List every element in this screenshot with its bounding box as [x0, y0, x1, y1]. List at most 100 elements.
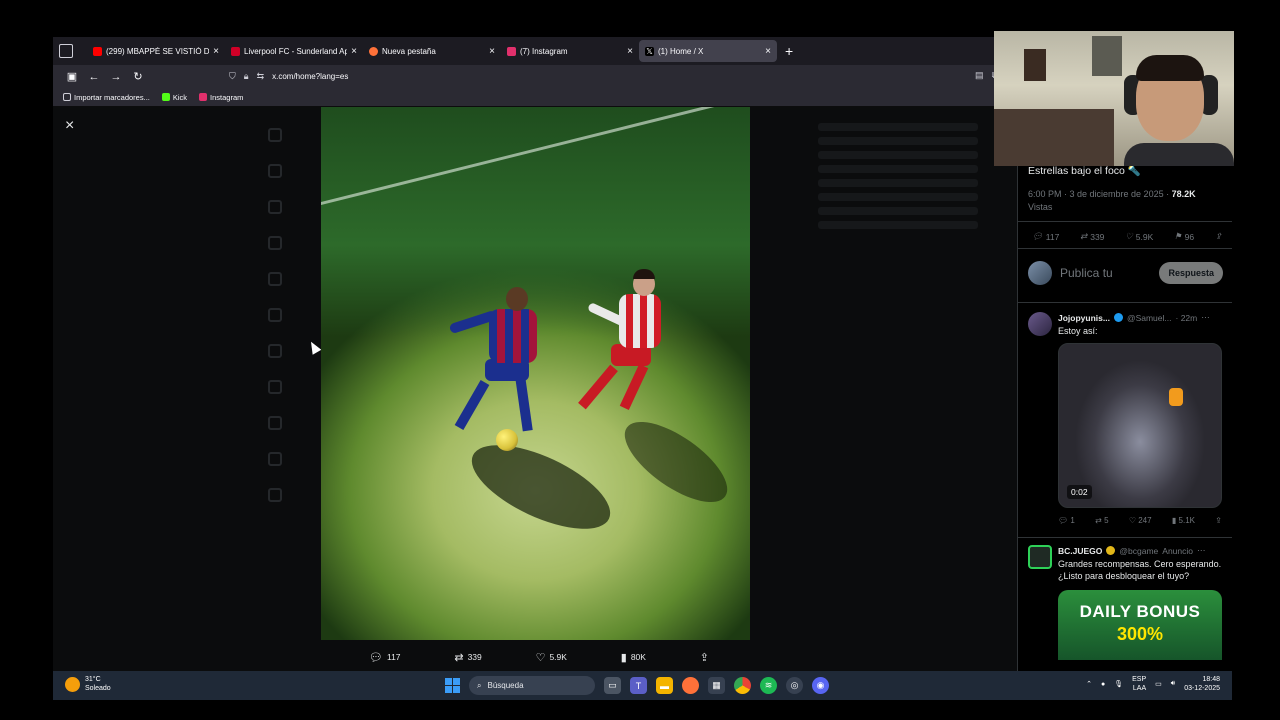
- bookmark-import[interactable]: Importar marcadores...: [63, 93, 150, 102]
- tab-title: (1) Home / X: [658, 46, 704, 56]
- bookmark-instagram[interactable]: Instagram: [199, 93, 243, 102]
- football: [496, 429, 518, 451]
- close-tab-icon[interactable]: ×: [489, 46, 495, 57]
- avatar[interactable]: [1028, 312, 1052, 336]
- share-icon: ⇪: [699, 651, 709, 664]
- back-button[interactable]: ←: [83, 71, 105, 83]
- chevron-up-icon[interactable]: ⌃: [1086, 680, 1092, 688]
- file-explorer-icon[interactable]: ▬: [656, 677, 673, 694]
- url-bar[interactable]: ⛉ 🔒︎ ⇆ x.com/home?lang=es: [229, 71, 348, 82]
- weather-widget[interactable]: 31°C Soleado: [65, 675, 111, 693]
- close-tab-icon[interactable]: ×: [627, 46, 633, 57]
- share-stat[interactable]: ⇪: [1215, 231, 1222, 242]
- repost-action[interactable]: ⇄ 339: [454, 651, 481, 664]
- sun-icon: [65, 676, 80, 692]
- bcgame-logo[interactable]: [1028, 545, 1052, 569]
- browser-tab-instagram[interactable]: (7) Instagram ×: [501, 40, 639, 62]
- firefox-icon: [369, 46, 378, 56]
- dimmed-nav-item: [268, 261, 282, 297]
- sidebar-toggle-icon[interactable]: ▣: [61, 70, 83, 83]
- share-icon: ⇪: [1214, 231, 1222, 241]
- views-action[interactable]: ▮ 80K: [621, 651, 646, 664]
- browser-tab-x-home[interactable]: 𝕏 (1) Home / X ×: [639, 40, 777, 62]
- permissions-icon[interactable]: ⇆: [257, 71, 265, 82]
- author-name[interactable]: Jojopyunis...: [1058, 313, 1110, 323]
- comment-icon: 💬︎: [1032, 231, 1043, 241]
- ad-label: Anuncio: [1162, 545, 1193, 556]
- author-handle[interactable]: @bcgame: [1119, 546, 1158, 556]
- browser-tab-youtube[interactable]: (299) MBAPPÉ SE VISTIÓ DE GA ×: [87, 40, 225, 62]
- network-icon[interactable]: ▭: [1155, 680, 1162, 688]
- reply-stat[interactable]: 💬︎ 1: [1058, 516, 1075, 525]
- more-options-icon[interactable]: ⋯: [1201, 312, 1210, 323]
- view-count: 80K: [630, 652, 646, 662]
- repost-stat[interactable]: ⇄ 5: [1095, 516, 1108, 525]
- microphone-icon[interactable]: 🎙︎: [1114, 680, 1123, 688]
- like-action[interactable]: ♡ 5.9K: [536, 651, 567, 664]
- clock[interactable]: 18:48 03-12-2025: [1184, 675, 1220, 693]
- volume-icon[interactable]: 🔊︎: [1171, 680, 1175, 688]
- language-indicator[interactable]: ESP LAA: [1132, 675, 1146, 693]
- tray-app-icon[interactable]: ●: [1101, 681, 1105, 688]
- spotify-icon[interactable]: ≋: [760, 677, 777, 694]
- bookmark-count: 96: [1184, 231, 1195, 242]
- streamer-webcam-overlay: [994, 31, 1234, 166]
- firefox-icon[interactable]: [682, 677, 699, 694]
- browser-tab-liverpool[interactable]: Liverpool FC - Sunderland Apue ×: [225, 40, 363, 62]
- teams-icon[interactable]: T: [630, 677, 647, 694]
- profile-icon: [268, 452, 282, 466]
- grok-icon: [268, 272, 282, 286]
- browser-tab-new[interactable]: Nueva pestaña ×: [363, 40, 501, 62]
- app-grid-icon[interactable]: ▦: [708, 677, 725, 694]
- post-media-image[interactable]: [321, 107, 750, 640]
- ad-post[interactable]: BC.JUEGO @bcgame Anuncio ⋯ Grandes recom…: [1028, 545, 1223, 660]
- lock-icon[interactable]: 🔒︎: [244, 71, 249, 82]
- reply-action[interactable]: 💬︎ 117: [369, 651, 401, 664]
- reply-button[interactable]: Respuesta: [1159, 262, 1223, 284]
- mail-icon: [268, 236, 282, 250]
- share-icon[interactable]: ⇪: [1215, 516, 1222, 525]
- taskbar-search[interactable]: ⌕ Búsqueda: [469, 676, 595, 695]
- author-name[interactable]: BC.JUEGO: [1058, 546, 1102, 556]
- reader-view-icon[interactable]: ▤: [975, 70, 984, 81]
- author-handle[interactable]: @Samuel...: [1127, 313, 1172, 323]
- reply-stat[interactable]: 💬︎ 117: [1032, 231, 1059, 242]
- ad-banner-image[interactable]: DAILY BONUS 300%: [1058, 590, 1222, 660]
- banner-headline: DAILY BONUS: [1079, 602, 1201, 621]
- post-stats-bar: 💬︎ 1 ⇄ 5 ♡ 247 ▮ 5.1K ⇪: [1058, 516, 1222, 525]
- bookmark-stat[interactable]: ⚑ 96: [1174, 231, 1194, 242]
- discord-icon[interactable]: ◉: [812, 677, 829, 694]
- tab-overview-icon[interactable]: [59, 44, 73, 58]
- repost-stat[interactable]: ⇄ 339: [1080, 231, 1104, 242]
- new-tab-button[interactable]: +: [785, 43, 793, 59]
- repost-count: 339: [467, 652, 482, 662]
- reload-button[interactable]: ↻: [127, 70, 149, 83]
- clock-time: 18:48: [1202, 676, 1220, 683]
- reply-post[interactable]: Jojopyunis... @Samuel... · 22m ⋯ Estoy a…: [1028, 312, 1223, 525]
- close-tab-icon[interactable]: ×: [351, 46, 357, 57]
- share-action[interactable]: ⇪: [700, 651, 709, 664]
- shield-icon[interactable]: ⛉: [229, 71, 236, 82]
- obs-icon[interactable]: ◎: [786, 677, 803, 694]
- like-stat[interactable]: ♡ 247: [1129, 516, 1152, 525]
- post-video[interactable]: 0:02: [1058, 343, 1222, 508]
- post-timestamp[interactable]: 6:00 PM · 3 de diciembre de 2025 ·: [1028, 189, 1172, 199]
- task-view-icon[interactable]: ▭: [604, 677, 621, 694]
- close-media-button[interactable]: ×: [65, 117, 74, 135]
- more-options-icon[interactable]: ⋯: [1197, 545, 1206, 556]
- bookmark-kick[interactable]: Kick: [161, 93, 187, 102]
- views-stat[interactable]: ▮ 5.1K: [1172, 516, 1195, 525]
- bookmark-label: Importar marcadores...: [74, 92, 150, 102]
- reply-input[interactable]: Publica tu: [1060, 266, 1159, 280]
- windows-start-icon[interactable]: [445, 678, 460, 693]
- like-stat[interactable]: ♡ 5.9K: [1125, 231, 1153, 242]
- chrome-icon[interactable]: [734, 677, 751, 694]
- search-placeholder: Búsqueda: [487, 681, 524, 690]
- close-tab-icon[interactable]: ×: [213, 46, 219, 57]
- post-views-count: 78.2K: [1171, 189, 1196, 199]
- forward-button[interactable]: →: [105, 71, 127, 83]
- post-time[interactable]: · 22m: [1176, 313, 1198, 323]
- url-text[interactable]: x.com/home?lang=es: [272, 72, 348, 81]
- bookmark-icon: [268, 344, 282, 358]
- close-tab-icon[interactable]: ×: [765, 46, 771, 57]
